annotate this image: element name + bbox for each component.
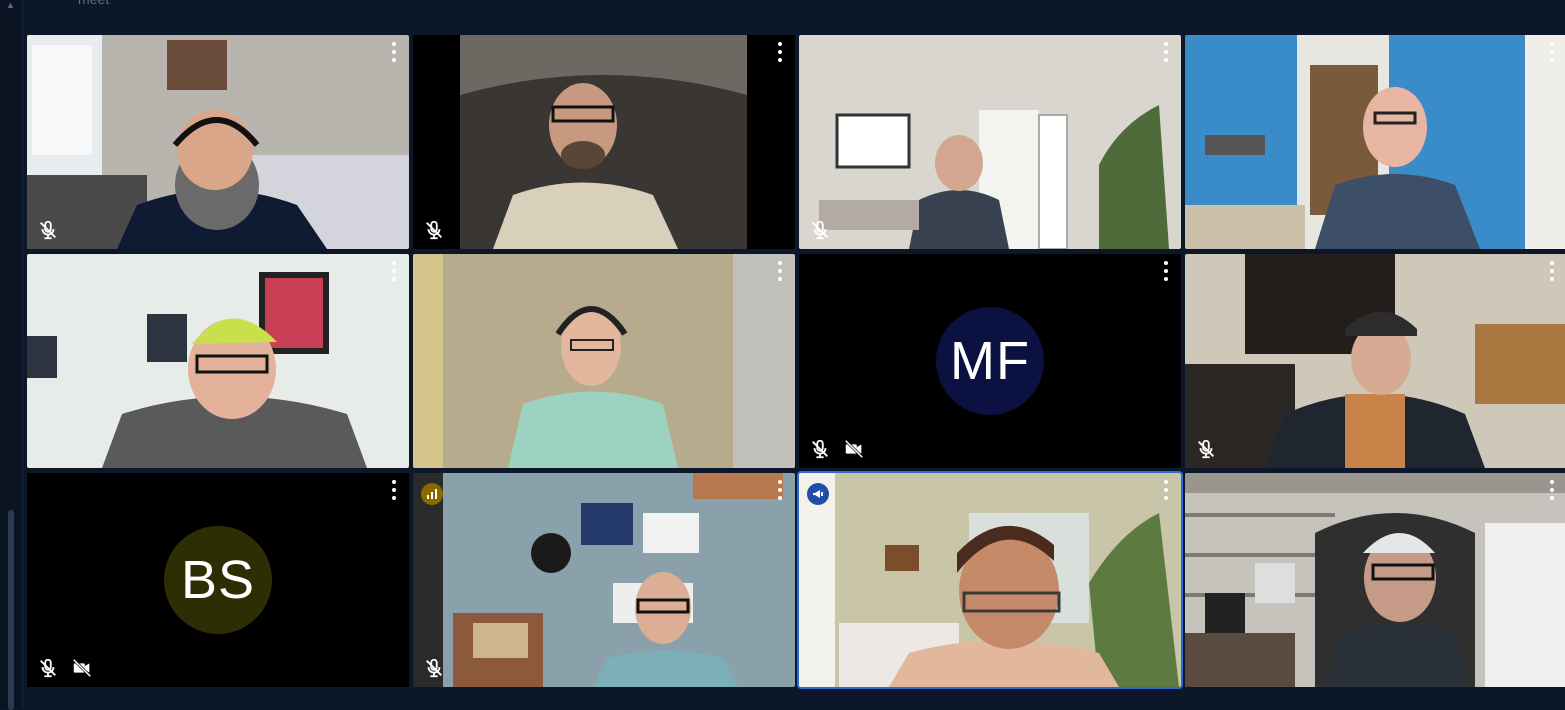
tile-menu-button[interactable] bbox=[1159, 42, 1173, 62]
participant-tile[interactable] bbox=[413, 35, 795, 249]
mic-off-icon bbox=[426, 220, 442, 240]
tile-menu-button[interactable] bbox=[1545, 42, 1559, 62]
participant-tile[interactable] bbox=[27, 35, 409, 249]
mic-off-icon bbox=[812, 220, 828, 240]
video-feed bbox=[1185, 35, 1565, 249]
avatar: BS bbox=[164, 526, 272, 634]
tile-menu-button[interactable] bbox=[1159, 480, 1173, 500]
participant-tile[interactable] bbox=[799, 35, 1181, 249]
video-feed bbox=[799, 35, 1181, 249]
signal-icon bbox=[421, 483, 443, 505]
video-feed bbox=[27, 254, 409, 468]
scroll-up-icon[interactable]: ▲ bbox=[6, 0, 15, 10]
video-off-icon bbox=[844, 439, 864, 459]
participant-tile[interactable] bbox=[27, 254, 409, 468]
participant-tile[interactable] bbox=[1185, 35, 1565, 249]
video-off-icon bbox=[72, 658, 92, 678]
scrollbar-thumb[interactable] bbox=[8, 510, 14, 710]
participant-tile[interactable] bbox=[1185, 473, 1565, 687]
mic-off-icon bbox=[40, 658, 56, 678]
participant-tile[interactable] bbox=[1185, 254, 1565, 468]
video-feed bbox=[413, 35, 795, 249]
video-feed bbox=[1185, 473, 1565, 687]
tile-menu-button[interactable] bbox=[773, 480, 787, 500]
tile-menu-button[interactable] bbox=[387, 480, 401, 500]
mic-off-icon bbox=[40, 220, 56, 240]
participant-tile[interactable]: BS bbox=[27, 473, 409, 687]
mic-off-icon bbox=[812, 439, 828, 459]
participant-tile[interactable] bbox=[413, 254, 795, 468]
participant-grid: MF BS bbox=[27, 35, 1565, 687]
app-label: meet bbox=[78, 0, 109, 7]
participant-tile[interactable]: MF bbox=[799, 254, 1181, 468]
tile-menu-button[interactable] bbox=[1545, 261, 1559, 281]
participant-tile-active-speaker[interactable] bbox=[799, 473, 1181, 687]
video-feed bbox=[799, 473, 1181, 687]
video-feed bbox=[413, 473, 795, 687]
left-scroll-rail[interactable]: ▲ bbox=[0, 0, 23, 710]
tile-menu-button[interactable] bbox=[773, 261, 787, 281]
tile-menu-button[interactable] bbox=[387, 42, 401, 62]
tile-menu-button[interactable] bbox=[387, 261, 401, 281]
avatar: MF bbox=[936, 307, 1044, 415]
tile-menu-button[interactable] bbox=[1159, 261, 1173, 281]
video-feed bbox=[27, 35, 409, 249]
tile-menu-button[interactable] bbox=[773, 42, 787, 62]
mic-off-icon bbox=[426, 658, 442, 678]
video-feed bbox=[1185, 254, 1565, 468]
mic-off-icon bbox=[1198, 439, 1214, 459]
participant-tile[interactable] bbox=[413, 473, 795, 687]
video-feed bbox=[413, 254, 795, 468]
tile-menu-button[interactable] bbox=[1545, 480, 1559, 500]
megaphone-icon bbox=[807, 483, 829, 505]
